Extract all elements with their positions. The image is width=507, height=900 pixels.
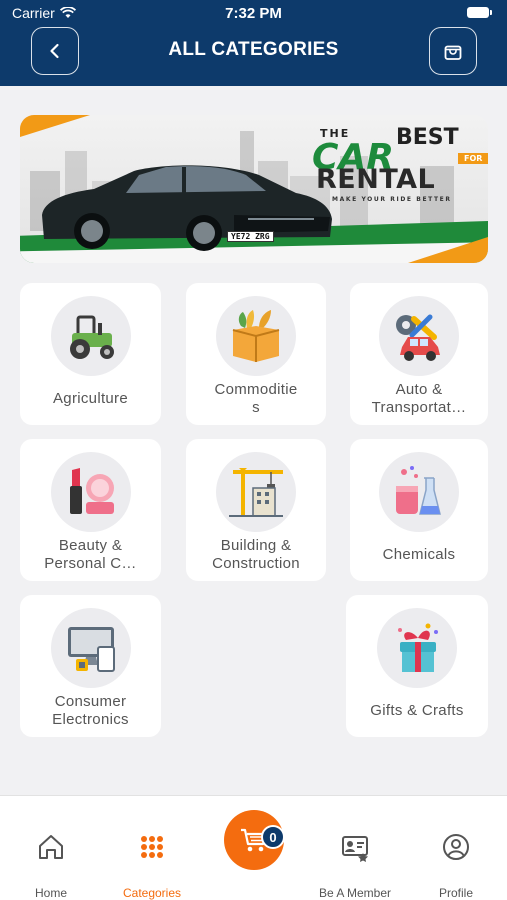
category-card-commodities[interactable]: Commoditie s (186, 283, 326, 425)
category-icon-circle (216, 296, 296, 376)
tractor-icon (69, 315, 114, 359)
member-card-icon (342, 836, 368, 862)
category-card-auto-transportation[interactable]: Auto & Transportat… (350, 283, 488, 425)
banner-text-for: FOR (458, 153, 488, 164)
category-icon-circle (50, 452, 131, 532)
cart-count-badge: 0 (261, 825, 285, 849)
top-header: Carrier 7:32 PM ALL CATEGORIES (0, 0, 507, 86)
category-card-beauty-personal-care[interactable]: Beauty & Personal C… (20, 439, 161, 581)
category-icon-circle (377, 608, 457, 688)
category-label: Consumer Electronics (52, 693, 129, 728)
category-icon-circle (216, 452, 296, 532)
banner-text-best: BEST (396, 125, 459, 150)
category-label: Auto & Transportat… (371, 381, 467, 416)
category-icon-circle (50, 608, 131, 688)
tab-label: Categories (122, 886, 182, 900)
crate-icon (232, 310, 280, 362)
shopping-bag-button[interactable] (429, 27, 477, 75)
tab-label: Profile (438, 886, 473, 900)
cosmetics-icon (69, 468, 114, 514)
category-card-chemicals[interactable]: Chemicals (350, 439, 488, 581)
category-label: Gifts & Crafts (370, 702, 464, 719)
category-label: Building & Construction (212, 537, 300, 572)
category-icon-circle (50, 296, 131, 376)
banner-text-rental: RENTAL (316, 164, 436, 195)
category-card-building-construction[interactable]: Building & Construction (186, 439, 326, 581)
category-card-gifts-crafts[interactable]: Gifts & Crafts (346, 595, 488, 737)
status-bar: Carrier 7:32 PM (12, 5, 495, 23)
gift-icon (398, 623, 438, 672)
devices-icon (67, 627, 115, 672)
profile-icon (443, 834, 469, 860)
crane-icon (229, 468, 283, 517)
promo-banner[interactable]: YE72 ZRG THE BEST CAR FOR RENTAL MAKE YO… (20, 115, 488, 263)
flask-icon (396, 466, 441, 515)
battery-icon (467, 7, 492, 18)
category-icon-circle (379, 452, 459, 532)
category-icon-circle (379, 296, 459, 376)
banner-tagline: MAKE YOUR RIDE BETTER (332, 196, 452, 203)
category-card-agriculture[interactable]: Agriculture (20, 283, 161, 425)
shopping-bag-icon (444, 45, 462, 60)
license-plate: YE72 ZRG (227, 231, 274, 242)
category-label: Beauty & Personal C… (44, 537, 137, 572)
category-label: Commoditie s (214, 381, 298, 416)
category-label: Chemicals (382, 546, 456, 563)
car-repair-icon (396, 314, 440, 361)
home-icon (39, 835, 63, 859)
grid-dots-icon (141, 836, 163, 858)
category-card-consumer-electronics[interactable]: Consumer Electronics (20, 595, 161, 737)
status-time: 7:32 PM (225, 5, 282, 22)
tab-label: Home (34, 886, 67, 900)
car-image (42, 165, 332, 251)
category-label: Agriculture (53, 390, 128, 407)
tab-label: Be A Member (318, 886, 392, 900)
